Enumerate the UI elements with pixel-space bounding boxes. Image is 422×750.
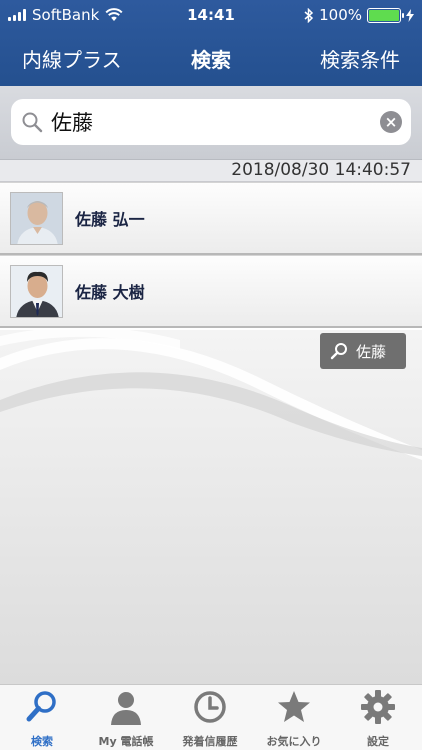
status-right: 100%: [304, 6, 414, 24]
tab-label: 設定: [367, 735, 389, 748]
tab-settings[interactable]: 設定: [336, 685, 420, 750]
search-icon: [330, 343, 347, 360]
search-keyword-label: 佐藤: [356, 342, 387, 361]
person-photo-icon: [11, 266, 62, 317]
empty-background: [0, 330, 422, 684]
search-icon: [22, 112, 43, 133]
gear-icon: [361, 690, 395, 724]
tab-label: 検索: [31, 735, 53, 748]
tab-call-history[interactable]: 発着信履歴: [168, 685, 252, 750]
status-bar: SoftBank 14:41 100%: [0, 0, 422, 30]
person-photo-icon: [11, 193, 62, 244]
tab-bar: 検索 My 電話帳 発着信履歴 お気に入り 設定: [0, 684, 422, 750]
clock-icon: [194, 691, 226, 723]
clear-icon[interactable]: ×: [380, 111, 402, 133]
list-item[interactable]: 佐藤 大樹: [0, 255, 422, 328]
bluetooth-icon: [304, 7, 314, 23]
search-keyword-tag[interactable]: 佐藤: [320, 333, 406, 369]
contact-name: 佐藤 大樹: [75, 283, 145, 302]
tab-search[interactable]: 検索: [0, 685, 84, 750]
star-icon: [278, 691, 310, 722]
tab-label: My 電話帳: [98, 735, 154, 748]
search-box[interactable]: ×: [11, 99, 411, 145]
avatar: [10, 265, 63, 318]
battery-icon: [367, 7, 404, 23]
battery-percent: 100%: [319, 6, 362, 24]
contact-name: 佐藤 弘一: [75, 210, 145, 229]
tab-my-phonebook[interactable]: My 電話帳: [84, 685, 168, 750]
tab-label: お気に入り: [266, 735, 322, 748]
tab-label: 発着信履歴: [182, 735, 238, 748]
timestamp-row: 2018/08/30 14:40:57: [0, 160, 422, 182]
search-input[interactable]: [51, 107, 371, 137]
nav-back-button[interactable]: 内線プラス: [22, 44, 122, 73]
search-timestamp: 2018/08/30 14:40:57: [231, 160, 411, 180]
search-conditions-button[interactable]: 検索条件: [320, 44, 400, 73]
battery-level: [369, 9, 399, 21]
person-icon: [111, 692, 141, 725]
navigation-bar: 内線プラス 検索 検索条件: [0, 30, 422, 86]
search-area: ×: [0, 86, 422, 160]
search-icon: [26, 691, 56, 722]
wave-decoration: [0, 330, 422, 460]
list-item[interactable]: 佐藤 弘一: [0, 182, 422, 255]
tab-favorites[interactable]: お気に入り: [252, 685, 336, 750]
avatar: [10, 192, 63, 245]
app-header: SoftBank 14:41 100% 内線プラス 検索 検索条件: [0, 0, 422, 86]
charging-icon: [406, 8, 414, 22]
